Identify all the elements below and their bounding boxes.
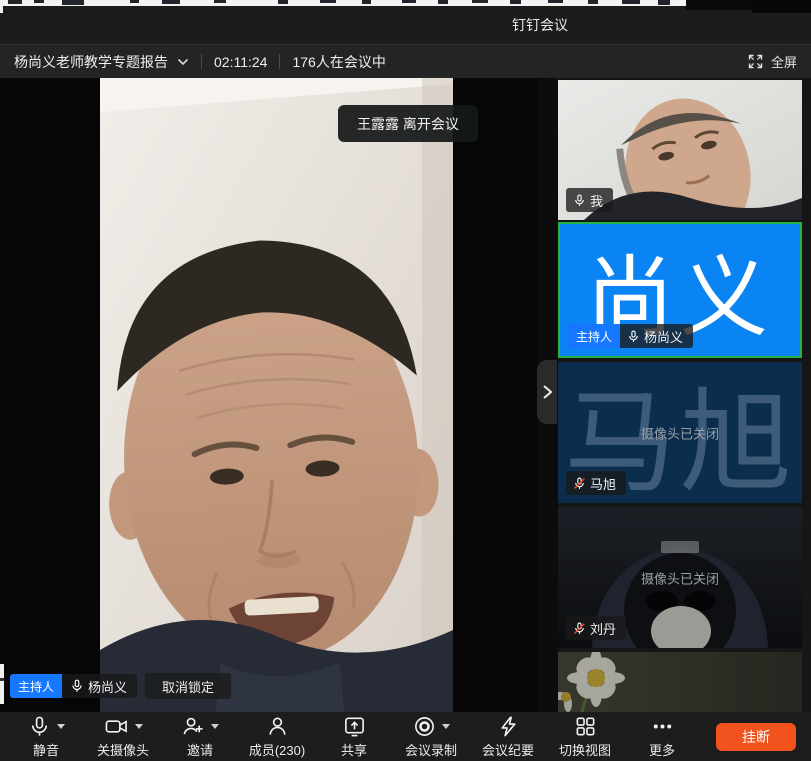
window-title: 钉钉会议 [512,6,568,44]
camera-off-button[interactable]: 关摄像头 [87,715,159,759]
toast-text: 王露露 离开会议 [357,114,459,134]
caret-down-icon [211,724,219,729]
grid-view-icon [574,715,597,738]
divider [279,54,280,69]
participant-photo [558,652,802,712]
participant-tile-liudan[interactable]: 摄像头已关闭 刘丹 [558,507,802,648]
mic-muted-icon [573,622,586,635]
meeting-content: 王露露 离开会议 主持人 杨尚义 取消锁定 [0,78,811,712]
participant-tile-maxu[interactable]: 马旭 摄像头已关闭 马旭 [558,362,802,503]
meeting-toolbar: 静音 关摄像头 [0,712,811,761]
share-screen-button[interactable]: 共享 [318,715,390,759]
background-window-artifact [0,664,4,704]
participants-count: 176人在会议中 [292,52,385,72]
mic-icon [573,194,586,207]
sidebar-collapse-button[interactable] [537,360,557,424]
fullscreen-expand-icon [748,54,763,69]
more-dots-icon [651,715,674,738]
members-button[interactable]: 成员(230) [241,715,313,759]
main-speaker-video [100,78,453,712]
divider [201,54,202,69]
minutes-flash-icon [497,715,520,738]
fullscreen-button[interactable]: 全屏 [748,52,797,71]
main-stage: 王露露 离开会议 主持人 杨尚义 取消锁定 [0,78,537,712]
caret-down-icon [442,724,450,729]
meeting-title-dropdown[interactable]: 杨尚义老师教学专题报告 [14,52,189,72]
background-window-artifact [752,0,811,13]
speaker-video-frame [100,78,453,712]
background-window-artifact [0,0,3,13]
leave-meeting-toast: 王露露 离开会议 [338,105,478,142]
hangup-button[interactable]: 挂断 [716,723,796,751]
speaker-name-pill: 主持人 杨尚义 [10,674,137,698]
switch-view-button[interactable]: 切换视图 [549,715,621,759]
chevron-right-icon [541,384,553,400]
cancel-lock-button[interactable]: 取消锁定 [145,673,231,699]
mic-icon [70,679,84,693]
speaker-name: 杨尚义 [84,677,137,696]
participant-tile-yangshangyi[interactable]: 尚义 主持人 杨尚义 [558,222,802,358]
host-badge: 主持人 [10,674,62,698]
participant-name: 刘丹 [586,619,626,638]
caret-down-icon [57,724,65,729]
meeting-minutes-button[interactable]: 会议纪要 [472,715,544,759]
share-screen-icon [343,715,366,738]
meeting-timer: 02:11:24 [214,54,267,70]
mic-muted-icon [573,477,586,490]
record-icon [413,715,436,738]
fullscreen-label: 全屏 [771,52,797,71]
participant-tile-partial[interactable] [558,652,802,712]
host-badge: 主持人 [568,324,620,348]
camera-off-text: 摄像头已关闭 [558,568,802,587]
dingtalk-meeting-window: 钉钉会议 杨尚义老师教学专题报告 02:11:24 176人在会议中 全屏 [0,0,811,761]
members-icon [266,715,289,738]
mic-icon [627,330,640,343]
window-titlebar: 钉钉会议 [0,6,811,44]
participant-name: 我 [586,191,613,210]
participants-sidebar: 我 尚义 主持人 杨尚义 马旭 摄像头已 [558,78,811,712]
camera-off-text: 摄像头已关闭 [558,423,802,442]
participant-tile-me[interactable]: 我 [558,80,802,220]
mute-button[interactable]: 静音 [10,715,82,759]
more-button[interactable]: 更多 [626,715,698,759]
mic-icon [28,715,51,738]
invite-person-icon [181,715,205,738]
meeting-info-bar: 杨尚义老师教学专题报告 02:11:24 176人在会议中 全屏 [0,44,811,78]
record-button[interactable]: 会议录制 [395,715,467,759]
camera-icon [104,715,129,738]
participant-name: 马旭 [586,474,626,493]
caret-down-icon [135,724,143,729]
meeting-title: 杨尚义老师教学专题报告 [14,52,168,72]
chevron-down-icon [177,58,189,66]
invite-button[interactable]: 邀请 [164,715,236,759]
participant-name: 杨尚义 [640,327,693,346]
